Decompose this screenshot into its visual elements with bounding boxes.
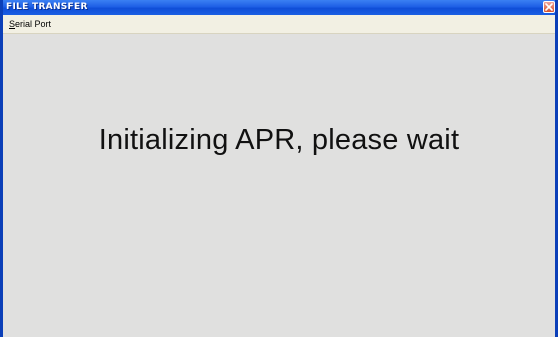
file-transfer-window: FILE TRANSFER Serial Port Initializing A… bbox=[0, 0, 558, 337]
menu-item-serial-port[interactable]: Serial Port bbox=[3, 15, 51, 34]
status-message: Initializing APR, please wait bbox=[98, 124, 460, 156]
close-icon bbox=[545, 3, 553, 11]
menu-item-label: erial Port bbox=[15, 18, 52, 29]
menu-bar: Serial Port bbox=[3, 15, 555, 34]
close-button[interactable] bbox=[543, 1, 555, 13]
title-bar[interactable]: FILE TRANSFER bbox=[3, 0, 555, 15]
client-area: Initializing APR, please wait bbox=[3, 34, 555, 337]
window-title: FILE TRANSFER bbox=[6, 2, 88, 12]
